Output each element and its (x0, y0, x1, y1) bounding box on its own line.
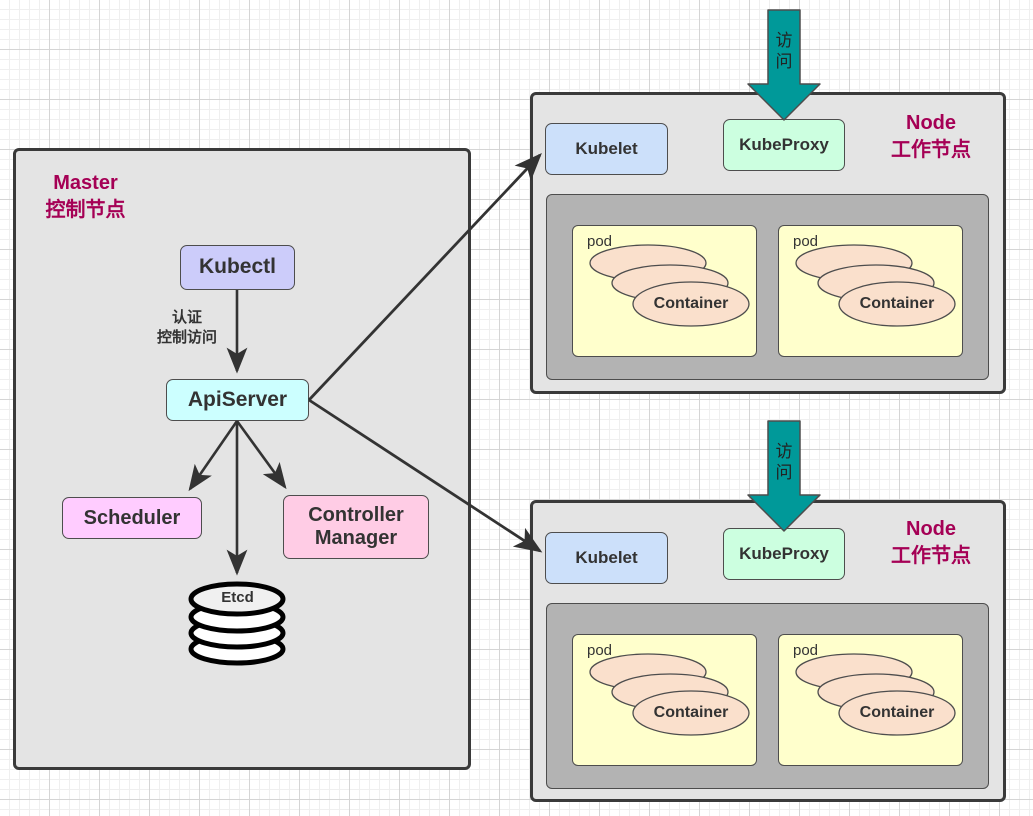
auth-edge-label: 认证 控制访问 (156, 309, 217, 346)
scheduler-box[interactable]: Scheduler (62, 497, 202, 539)
node-2-heading: Node 工作节点 (891, 518, 971, 567)
etcd-cylinder[interactable]: Etcd (185, 575, 290, 670)
controller-manager-label: Controller Manager (308, 504, 404, 549)
scheduler-label: Scheduler (83, 506, 181, 529)
diagram-canvas: Master 控制节点 Kubectl 认证 控制访问 ApiServer Sc… (0, 0, 1033, 816)
node-2-kubeproxy-label: KubeProxy (739, 544, 829, 564)
node-2-kubelet-box[interactable]: Kubelet (545, 532, 668, 584)
node-2-pod-0-container-label: Container (653, 704, 729, 721)
node-1-pod-0-containers-icon (589, 244, 750, 327)
node-2-access-label: 访 问 (775, 442, 793, 483)
kubectl-box[interactable]: Kubectl (180, 245, 295, 290)
node-1-heading: Node 工作节点 (891, 112, 971, 161)
node-1-access-arrow: 访 问 (746, 8, 822, 122)
node-1-access-label: 访 问 (775, 31, 793, 72)
master-group-box (13, 148, 471, 770)
node-1-kubeproxy-box[interactable]: KubeProxy (723, 119, 845, 171)
node-2-kubelet-label: Kubelet (575, 548, 638, 568)
node-1-kubeproxy-label: KubeProxy (739, 135, 829, 155)
kubectl-label: Kubectl (198, 255, 276, 279)
apiserver-box[interactable]: ApiServer (166, 379, 309, 421)
controller-manager-box[interactable]: Controller Manager (283, 495, 429, 559)
etcd-label: Etcd (221, 589, 254, 606)
node-1-pod-1-containers-icon (795, 244, 956, 327)
node-1-pod-1-container-label: Container (859, 295, 935, 312)
node-2-access-arrow: 访 问 (746, 419, 822, 533)
node-1-pod-0[interactable]: pod Container (572, 225, 757, 357)
node-2-kubeproxy-box[interactable]: KubeProxy (723, 528, 845, 580)
node-2-pod-1-containers-icon (795, 653, 956, 736)
node-1-kubelet-label: Kubelet (575, 139, 638, 159)
node-1-kubelet-box[interactable]: Kubelet (545, 123, 668, 175)
apiserver-label: ApiServer (187, 387, 288, 411)
node-1-pod-0-container-label: Container (653, 295, 729, 312)
node-2-pod-0[interactable]: pod Container (572, 634, 757, 766)
node-2-pod-1[interactable]: pod Container (778, 634, 963, 766)
node-1-pod-1[interactable]: pod Container (778, 225, 963, 357)
node-2-pod-0-containers-icon (589, 653, 750, 736)
master-heading: Master 控制节点 (45, 172, 126, 221)
node-2-pod-1-container-label: Container (859, 704, 935, 721)
